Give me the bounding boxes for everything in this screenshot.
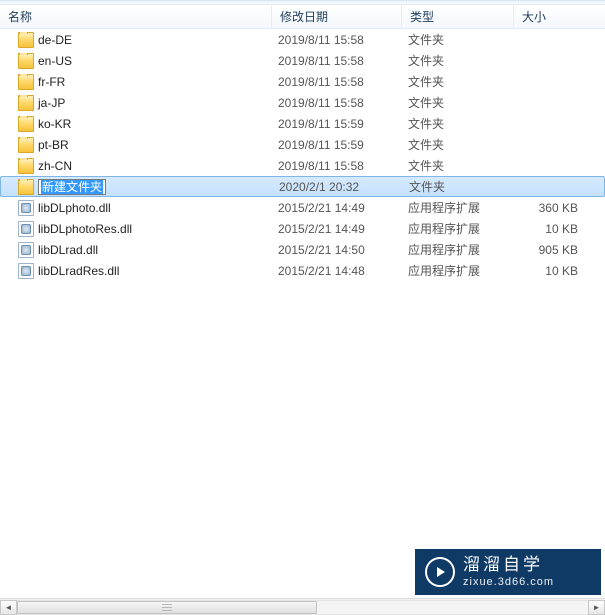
file-name-label: libDLphotoRes.dll [38,222,132,236]
scroll-track[interactable] [17,600,588,615]
file-row[interactable]: en-US 2019/8/11 15:58文件夹 [0,50,605,71]
watermark-badge: 溜溜自学 zixue.3d66.com [415,549,601,595]
file-type-cell: 应用程序扩展 [402,220,514,237]
file-size-cell: 360 KB [514,201,588,215]
file-name-label: libDLphoto.dll [38,201,111,215]
file-name-cell[interactable]: 新建文件夹 [1,179,273,195]
folder-icon [18,158,34,174]
dll-file-icon [18,242,34,258]
file-name-cell[interactable]: libDLrad.dll [0,242,272,258]
file-name-label: ja-JP [38,96,65,110]
file-row[interactable]: zh-CN 2019/8/11 15:58文件夹 [0,155,605,176]
folder-icon [18,179,34,195]
watermark-url: zixue.3d66.com [463,576,554,589]
folder-icon [18,74,34,90]
folder-icon [18,137,34,153]
folder-icon [18,53,34,69]
file-row[interactable]: de-DE 2019/8/11 15:58文件夹 [0,29,605,50]
file-name-cell[interactable]: libDLphotoRes.dll [0,221,272,237]
file-date-cell: 2015/2/21 14:49 [272,201,402,215]
watermark-text: 溜溜自学 zixue.3d66.com [463,555,554,589]
file-name-label: zh-CN [38,159,72,173]
file-name-cell[interactable]: libDLphoto.dll [0,200,272,216]
file-type-cell: 文件夹 [402,94,514,111]
file-date-cell: 2019/8/11 15:59 [272,138,402,152]
file-date-cell: 2019/8/11 15:58 [272,75,402,89]
file-date-cell: 2019/8/11 15:58 [272,33,402,47]
scroll-thumb[interactable] [17,601,317,614]
file-date-cell: 2015/2/21 14:50 [272,243,402,257]
file-name-cell[interactable]: de-DE [0,32,272,48]
file-row[interactable]: libDLrad.dll 2015/2/21 14:50应用程序扩展905 KB [0,239,605,260]
dll-file-icon [18,221,34,237]
file-name-cell[interactable]: pt-BR [0,137,272,153]
file-date-cell: 2019/8/11 15:58 [272,159,402,173]
file-name-cell[interactable]: en-US [0,53,272,69]
file-type-cell: 文件夹 [402,52,514,69]
file-name-cell[interactable]: fr-FR [0,74,272,90]
file-date-cell: 2019/8/11 15:58 [272,54,402,68]
file-date-cell: 2019/8/11 15:59 [272,117,402,131]
file-row[interactable]: fr-FR 2019/8/11 15:58文件夹 [0,71,605,92]
file-date-cell: 2019/8/11 15:58 [272,96,402,110]
play-logo-icon [425,557,455,587]
scroll-right-button[interactable]: ► [588,600,605,615]
file-type-cell: 文件夹 [402,115,514,132]
dll-file-icon [18,263,34,279]
column-header-row: 名称 修改日期 类型 大小 [0,5,605,29]
column-header-name[interactable]: 名称 [0,5,272,28]
scroll-left-button[interactable]: ◄ [0,600,17,615]
file-name-label: ko-KR [38,117,71,131]
file-name-label: pt-BR [38,138,69,152]
file-name-label: de-DE [38,33,72,47]
file-explorer-pane: 名称 修改日期 类型 大小 de-DE2019/8/11 15:58文件夹en-… [0,0,605,615]
file-size-cell: 10 KB [514,222,588,236]
file-name-cell[interactable]: zh-CN [0,158,272,174]
file-name-label: libDLradRes.dll [38,264,119,278]
file-list[interactable]: de-DE2019/8/11 15:58文件夹en-US2019/8/11 15… [0,29,605,615]
file-name-label: fr-FR [38,75,65,89]
watermark-title: 溜溜自学 [463,555,554,575]
file-row[interactable]: libDLphoto.dll 2015/2/21 14:49应用程序扩展360 K… [0,197,605,218]
file-date-cell: 2015/2/21 14:48 [272,264,402,278]
file-type-cell: 应用程序扩展 [402,241,514,258]
file-row[interactable]: 新建文件夹 2020/2/1 20:32文件夹 [0,176,605,197]
file-row[interactable]: ko-KR 2019/8/11 15:59文件夹 [0,113,605,134]
horizontal-scrollbar[interactable]: ◄ ► [0,598,605,615]
column-header-size[interactable]: 大小 [514,5,588,28]
dll-file-icon [18,200,34,216]
file-type-cell: 应用程序扩展 [402,262,514,279]
file-name-label: en-US [38,54,72,68]
file-size-cell: 10 KB [514,264,588,278]
file-type-cell: 文件夹 [402,157,514,174]
folder-icon [18,95,34,111]
column-header-date[interactable]: 修改日期 [272,5,402,28]
rename-input[interactable]: 新建文件夹 [38,179,106,195]
file-name-cell[interactable]: ja-JP [0,95,272,111]
file-date-cell: 2015/2/21 14:49 [272,222,402,236]
file-name-cell[interactable]: ko-KR [0,116,272,132]
file-type-cell: 文件夹 [402,31,514,48]
folder-icon [18,32,34,48]
file-row[interactable]: ja-JP 2019/8/11 15:58文件夹 [0,92,605,113]
file-type-cell: 应用程序扩展 [402,199,514,216]
file-name-cell[interactable]: libDLradRes.dll [0,263,272,279]
folder-icon [18,116,34,132]
file-type-cell: 文件夹 [402,73,514,90]
column-header-type[interactable]: 类型 [402,5,514,28]
file-row[interactable]: pt-BR 2019/8/11 15:59文件夹 [0,134,605,155]
file-date-cell: 2020/2/1 20:32 [273,180,403,194]
file-type-cell: 文件夹 [402,136,514,153]
file-row[interactable]: libDLradRes.dll 2015/2/21 14:48应用程序扩展10 K… [0,260,605,281]
file-row[interactable]: libDLphotoRes.dll 2015/2/21 14:49应用程序扩展10… [0,218,605,239]
file-size-cell: 905 KB [514,243,588,257]
file-type-cell: 文件夹 [403,178,515,195]
file-name-label: libDLrad.dll [38,243,98,257]
